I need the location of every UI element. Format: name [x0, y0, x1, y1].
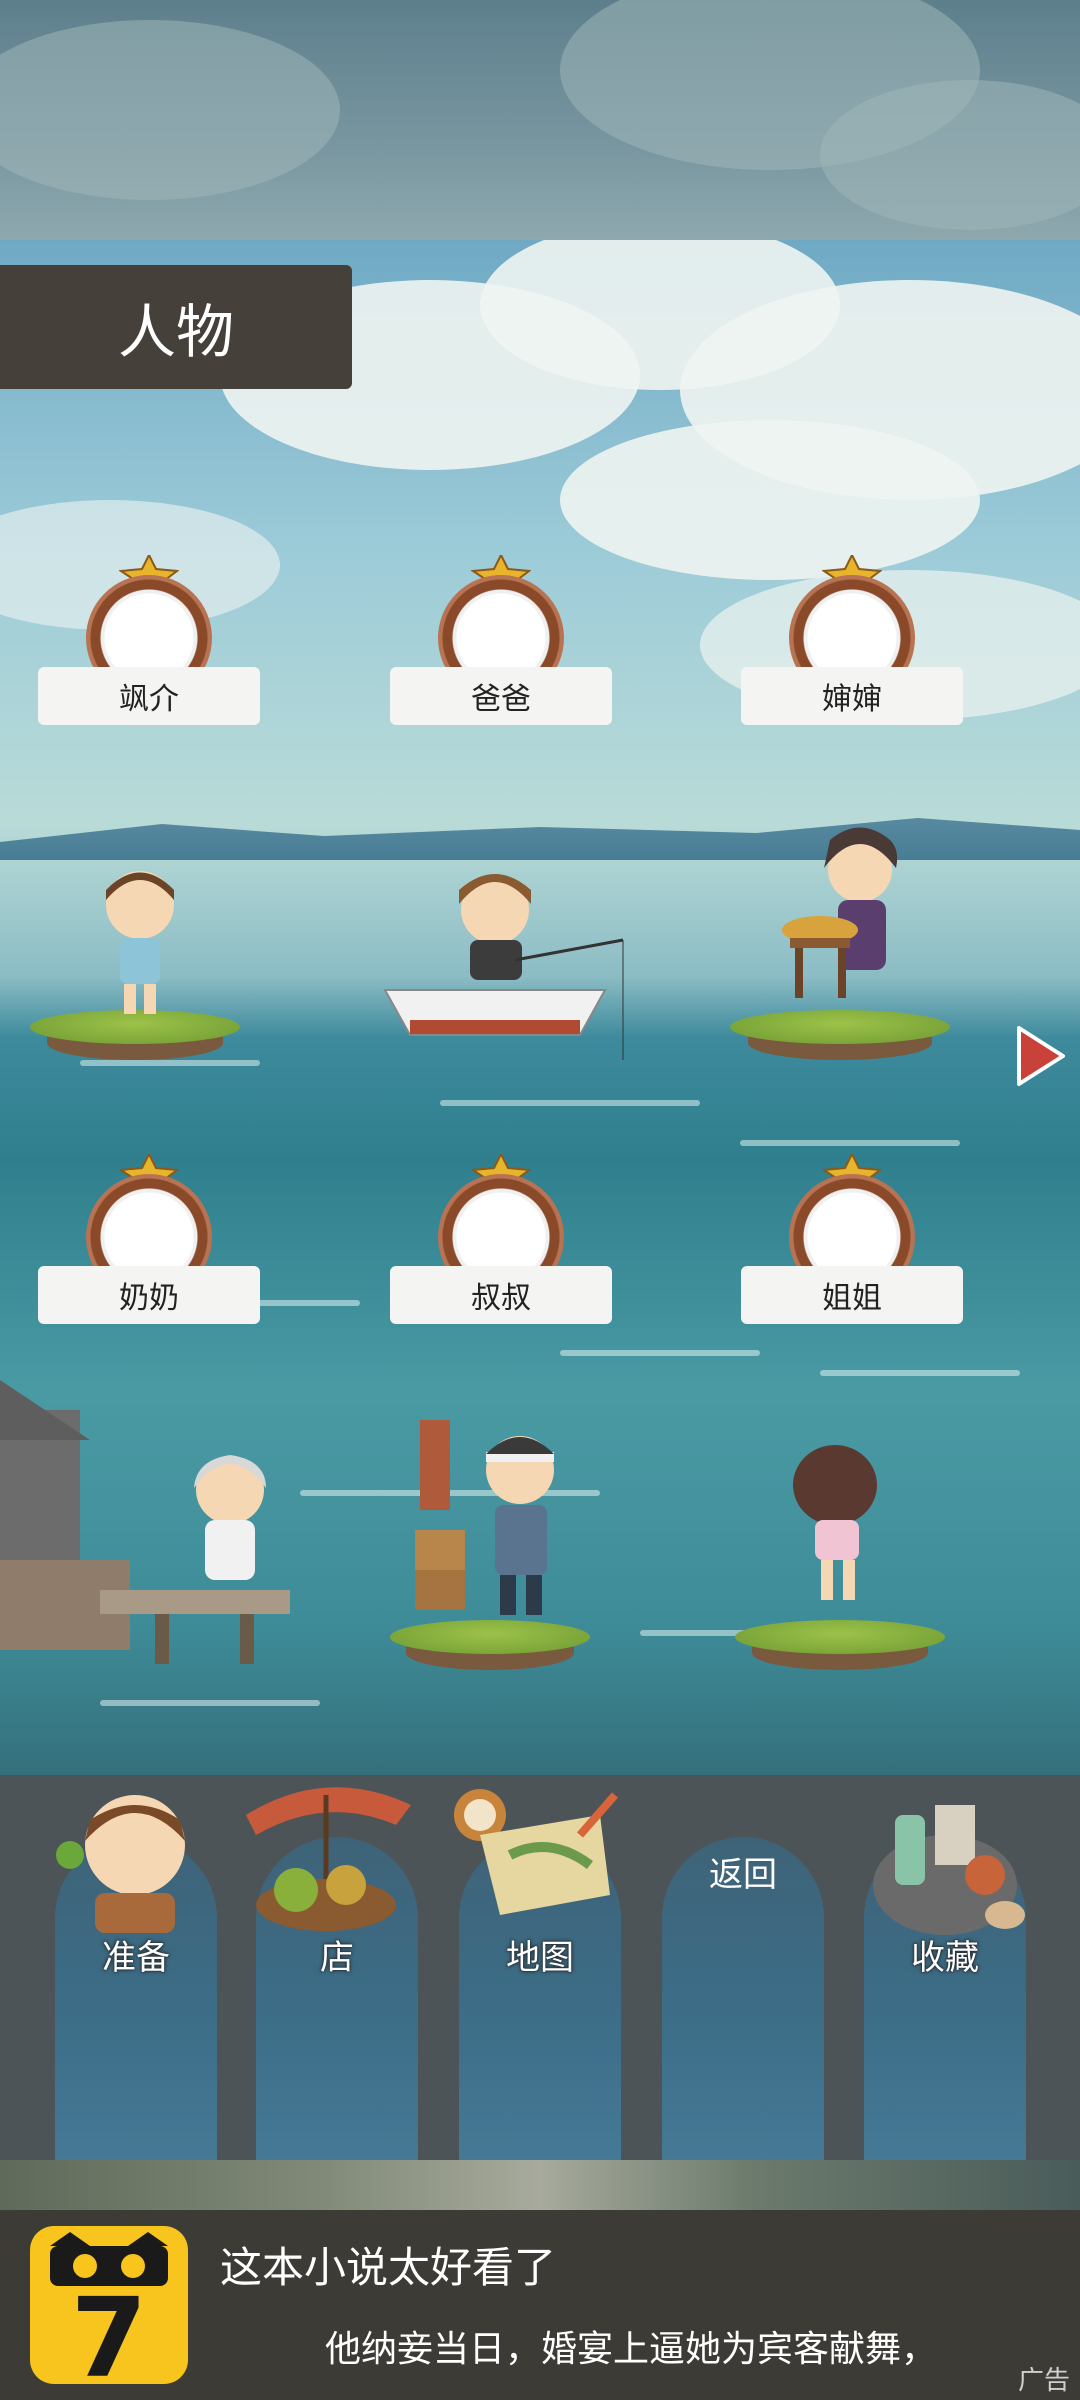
character-badge-dad[interactable]: 爸爸: [390, 545, 612, 745]
collection-bag-icon: [873, 1805, 1025, 1935]
character-name: 姐姐: [741, 1266, 963, 1324]
page-title-text: 人物: [117, 298, 234, 366]
page-title: 人物: [0, 265, 352, 389]
ad-tag: 广告: [1017, 2366, 1070, 2396]
menu-collection-label: 收藏: [911, 1938, 979, 1978]
character-name: 婶婶: [741, 667, 963, 725]
ad-banner[interactable]: 7 这本小说太好看了 他纳妾当日，婚宴上逼她为宾客献舞， 广告: [0, 2210, 1080, 2400]
market-stall-icon: [246, 1787, 411, 1931]
app-logo: 7: [30, 2226, 188, 2384]
character-badge-aunt[interactable]: 婶婶: [741, 545, 963, 745]
menu-back-label: 返回: [709, 1855, 777, 1895]
bottom-menu: 准备 店 地图 返回 收藏: [0, 1775, 1080, 2160]
dad-boat-illustration[interactable]: [355, 860, 635, 1060]
character-badge-sister[interactable]: 姐姐: [741, 1144, 963, 1344]
character-badge-uncle[interactable]: 叔叔: [390, 1144, 612, 1344]
menu-map-label: 地图: [506, 1938, 574, 1978]
logo-text: 7: [71, 2274, 148, 2384]
background-strip: [0, 2160, 1080, 2210]
boy-character-icon: [56, 1795, 185, 1933]
aunt-cooking-illustration[interactable]: [730, 820, 950, 1060]
top-sky-backdrop: [0, 0, 1080, 240]
menu-shop-label: 店: [320, 1938, 354, 1978]
sasuke-island-illustration[interactable]: [30, 860, 240, 1060]
uncle-shop-illustration[interactable]: [390, 1410, 590, 1670]
character-name: 爸爸: [390, 667, 612, 725]
ad-title: 这本小说太好看了: [220, 2243, 557, 2292]
next-page-arrow-icon[interactable]: [1015, 1024, 1067, 1088]
grandma-pier-illustration[interactable]: [0, 1370, 300, 1680]
menu-prepare-label: 准备: [102, 1938, 170, 1978]
character-name: 奶奶: [38, 1266, 260, 1324]
sister-illustration[interactable]: [735, 1440, 945, 1670]
character-name: 飒介: [38, 667, 260, 725]
character-badge-sasuke[interactable]: 飒介: [38, 545, 260, 745]
map-icon: [454, 1789, 619, 1915]
character-badge-grandma[interactable]: 奶奶: [38, 1144, 260, 1344]
cat-seven-logo-icon: 7: [50, 2232, 168, 2384]
ad-subtitle: 他纳妾当日，婚宴上逼她为宾客献舞，: [325, 2329, 938, 2370]
character-name: 叔叔: [390, 1266, 612, 1324]
